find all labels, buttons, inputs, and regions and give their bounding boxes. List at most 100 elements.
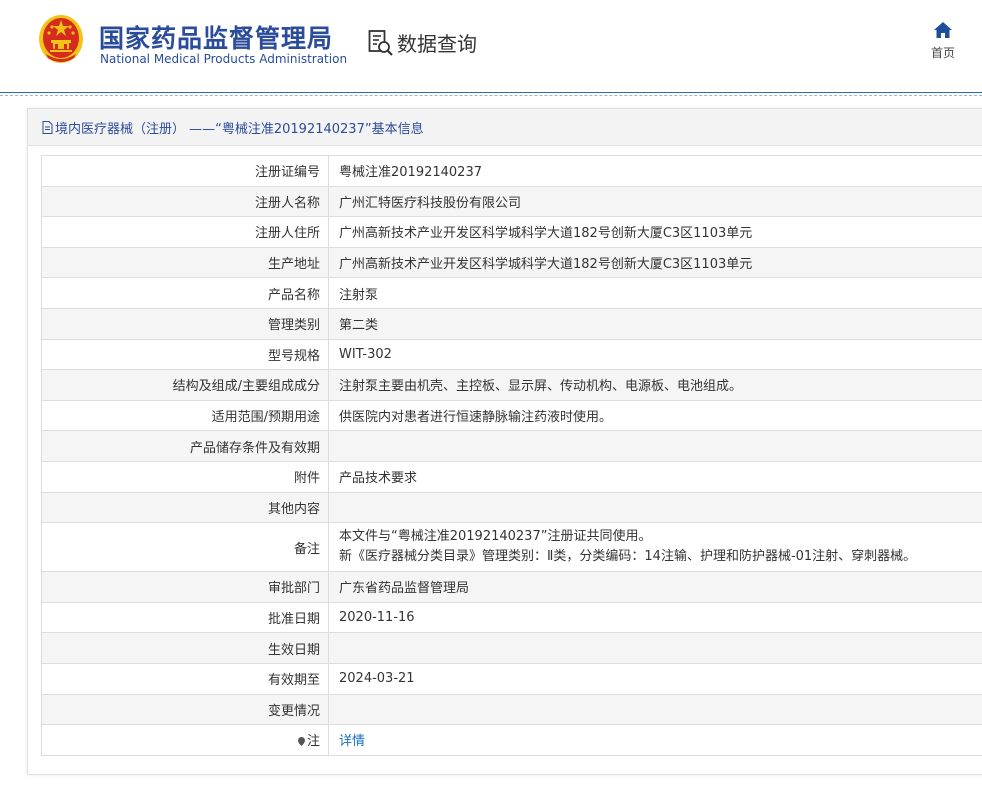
- field-value-text: 广州高新技术产业开发区科学城科学大道182号创新大厦C3区1103单元: [339, 226, 753, 242]
- field-label: 注册证编号: [41, 155, 329, 187]
- field-value: 产品技术要求: [328, 460, 982, 493]
- field-label: 产品名称: [41, 277, 329, 309]
- field-label-text: 有效期至: [267, 673, 320, 689]
- registration-info-table: 注册证编号 粤械注准20192140237 注册人名称 广州汇特医疗科技股份有限公司注…: [41, 155, 982, 756]
- remark-line: 新《医疗器械分类目录》管理类别：Ⅱ类，分类编码：14注输、护理和防护器械-01注…: [339, 549, 917, 565]
- field-value: [328, 491, 982, 524]
- panel-header: 境内医疗器械（注册） ——“粤械注准20192140237”基本信息: [28, 109, 982, 146]
- field-value: 广州汇特医疗科技股份有限公司: [328, 185, 982, 218]
- table-row: 有效期至 2024-03-21: [41, 662, 982, 695]
- field-value-text: 产品技术要求: [339, 471, 418, 487]
- table-row: 审批部门 广东省药品监督管理局: [41, 571, 982, 603]
- field-label: 附件: [41, 460, 329, 493]
- home-label: 首页: [930, 46, 955, 60]
- table-row: 备注 本文件与“粤械注准20192140237”注册证共同使用。 新《医疗器械分类目…: [41, 522, 982, 573]
- table-row: 管理类别 第二类: [41, 307, 982, 340]
- field-label-text: 变更情况: [267, 703, 320, 719]
- field-label-text: 审批部门: [267, 581, 320, 597]
- panel-title: 境内医疗器械（注册） ——“粤械注准20192140237”基本信息: [55, 121, 424, 137]
- table-row: 注 详情: [41, 724, 982, 756]
- data-query-label: 数据查询: [397, 32, 477, 56]
- field-label: 备注: [41, 522, 329, 573]
- home-icon: [934, 22, 952, 38]
- site-name-cn: 国家药品监督管理局: [99, 24, 334, 53]
- field-label-text: 其他内容: [267, 501, 320, 517]
- site-name-en: National Medical Products Administration: [100, 52, 348, 66]
- field-label-text: 生产地址: [267, 257, 320, 273]
- field-label-text: 结构及组成/主要组成成分: [172, 379, 320, 395]
- field-value: 第二类: [328, 307, 982, 340]
- field-label: 型号规格: [41, 338, 329, 371]
- field-label-text: 注册人名称: [254, 195, 320, 211]
- location-pin-icon: [297, 737, 305, 747]
- field-label-text: 备注: [293, 541, 320, 557]
- table-row: 生产地址 广州高新技术产业开发区科学城科学大道182号创新大厦C3区1103单元: [41, 246, 982, 279]
- field-label: 其他内容: [41, 491, 329, 524]
- field-label-text: 产品名称: [267, 287, 320, 303]
- document-search-icon: [368, 29, 393, 56]
- field-value-text: 第二类: [339, 318, 379, 334]
- detail-panel: 境内医疗器械（注册） ——“粤械注准20192140237”基本信息 注册证编号…: [27, 108, 982, 775]
- field-value: [328, 632, 982, 664]
- field-label: 变更情况: [41, 693, 329, 726]
- field-value: 详情: [328, 724, 982, 756]
- field-value: 广东省药品监督管理局: [328, 571, 982, 603]
- field-label: 生产地址: [41, 246, 329, 279]
- field-value: [328, 430, 982, 462]
- field-value: 广州高新技术产业开发区科学城科学大道182号创新大厦C3区1103单元: [328, 216, 982, 248]
- field-label-text: 产品储存条件及有效期: [189, 440, 320, 456]
- field-label-text: 型号规格: [267, 348, 320, 364]
- remark-line: 本文件与“粤械注准20192140237”注册证共同使用。: [339, 529, 652, 545]
- table-row: 注册人名称 广州汇特医疗科技股份有限公司: [41, 185, 982, 218]
- document-icon: [42, 120, 53, 134]
- national-emblem-icon: [39, 15, 83, 63]
- table-row: 变更情况: [41, 693, 982, 726]
- field-label-text: 管理类别: [267, 318, 320, 334]
- field-value-text: 2024-03-21: [339, 671, 415, 687]
- table-row: 生效日期: [41, 632, 982, 664]
- field-value-text: 粤械注准20192140237: [339, 165, 482, 181]
- table-row: 产品储存条件及有效期: [41, 430, 982, 462]
- field-value-text: WIT-302: [339, 346, 392, 362]
- field-value: 本文件与“粤械注准20192140237”注册证共同使用。新《医疗器械分类目录》…: [328, 522, 982, 573]
- field-value-text: 2020-11-16: [339, 610, 415, 626]
- field-value-text: 广州高新技术产业开发区科学城科学大道182号创新大厦C3区1103单元: [339, 257, 753, 273]
- table-row: 适用范围/预期用途 供医院内对患者进行恒速静脉输注药液时使用。: [41, 399, 982, 432]
- table-row: 注册证编号 粤械注准20192140237: [41, 155, 982, 187]
- field-value: WIT-302: [328, 338, 982, 371]
- field-value: [328, 693, 982, 726]
- field-value: 广州高新技术产业开发区科学城科学大道182号创新大厦C3区1103单元: [328, 246, 982, 279]
- field-label-text: 注: [306, 734, 320, 750]
- data-query-heading: 数据查询: [368, 28, 477, 57]
- field-label: 生效日期: [41, 632, 329, 664]
- field-value-text: 注射泵: [339, 287, 379, 303]
- site-header: 国家药品监督管理局 National Medical Products Admi…: [0, 0, 982, 92]
- details-link[interactable]: 详情: [339, 734, 365, 749]
- field-label: 注: [41, 724, 329, 756]
- table-row: 其他内容: [41, 491, 982, 524]
- field-value-text: 广东省药品监督管理局: [339, 581, 470, 597]
- field-label-text: 注册证编号: [254, 165, 320, 181]
- field-label-text: 适用范围/预期用途: [211, 410, 320, 426]
- field-value-text: 注射泵主要由机壳、主控板、显示屏、传动机构、电源板、电池组成。: [339, 379, 743, 395]
- field-label-text: 批准日期: [267, 612, 320, 628]
- field-label: 注册人名称: [41, 185, 329, 218]
- field-value-text: 广州汇特医疗科技股份有限公司: [339, 195, 522, 211]
- field-value-text: 供医院内对患者进行恒速静脉输注药液时使用。: [339, 410, 613, 426]
- field-label: 适用范围/预期用途: [41, 399, 329, 432]
- field-value: 注射泵主要由机壳、主控板、显示屏、传动机构、电源板、电池组成。: [328, 369, 982, 401]
- table-row: 附件 产品技术要求: [41, 460, 982, 493]
- home-link[interactable]: 首页: [926, 22, 960, 61]
- field-label-text: 注册人住所: [254, 226, 320, 242]
- field-label: 批准日期: [41, 601, 329, 634]
- table-row: 结构及组成/主要组成成分 注射泵主要由机壳、主控板、显示屏、传动机构、电源板、电池…: [41, 369, 982, 401]
- header-divider: [0, 92, 982, 93]
- header-divider-dashed: [0, 95, 982, 96]
- field-value: 注射泵: [328, 277, 982, 309]
- field-label: 审批部门: [41, 571, 329, 603]
- table-row: 注册人住所 广州高新技术产业开发区科学城科学大道182号创新大厦C3区1103单元: [41, 216, 982, 248]
- field-value: 供医院内对患者进行恒速静脉输注药液时使用。: [328, 399, 982, 432]
- field-value: 2020-11-16: [328, 601, 982, 634]
- field-label: 有效期至: [41, 662, 329, 695]
- field-label: 结构及组成/主要组成成分: [41, 369, 329, 401]
